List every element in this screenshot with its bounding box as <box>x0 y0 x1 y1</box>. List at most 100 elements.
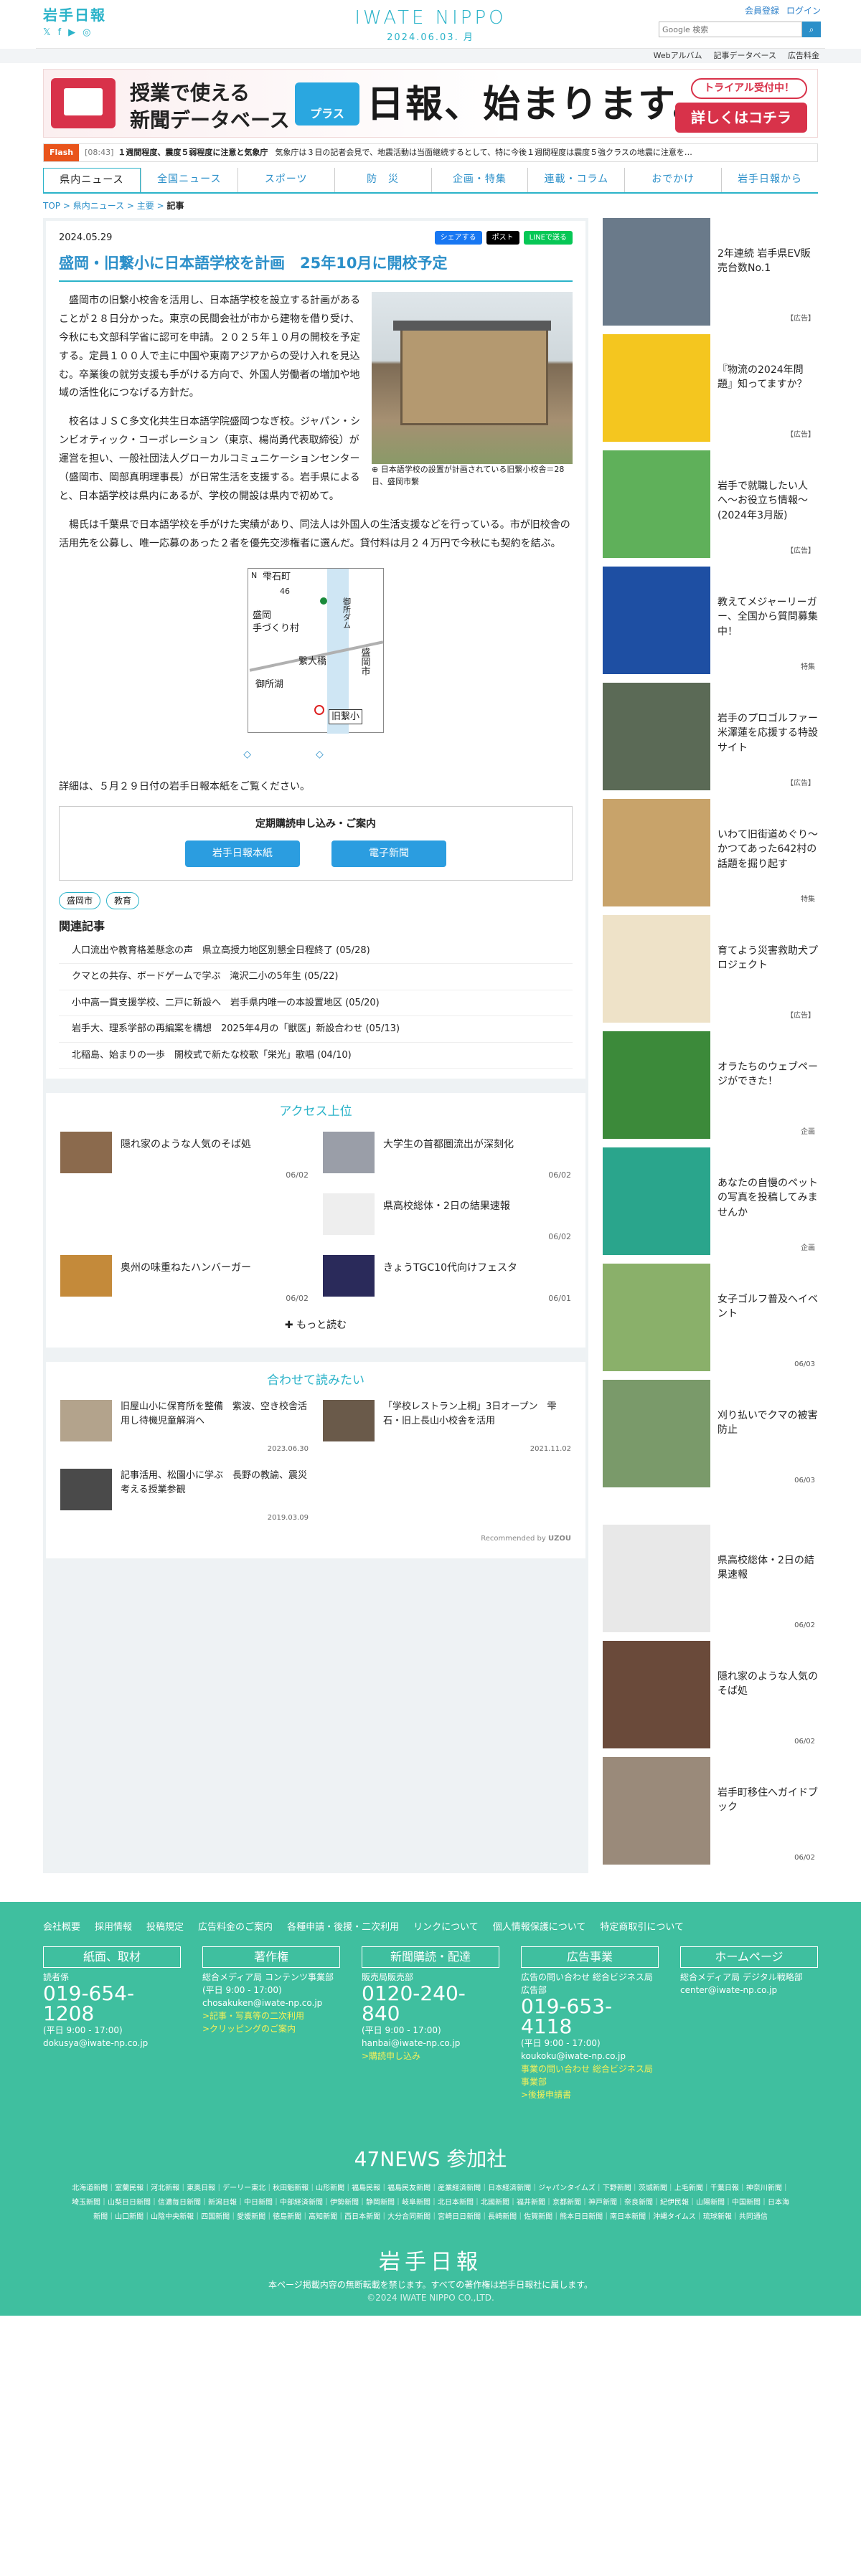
left-column: 2024.05.29 シェアする ポスト LINEで送る 盛岡・旧繋小に日本語学… <box>43 218 588 1873</box>
related-item[interactable]: 岩手大、理系学部の再編案を構想 2025年4月の「獣医」新設合わせ (05/13… <box>59 1016 573 1043</box>
also-read-heading: 合わせて読みたい <box>267 1373 364 1388</box>
article-photo[interactable]: ⊕ 日本語学校の設置が計画されている旧繋小校舎＝28日、盛岡市繋 <box>372 292 573 488</box>
sidebar-item[interactable]: オラたちのウェブページができた！ 企画 <box>603 1031 818 1139</box>
footer-link[interactable]: 各種申請・後援・二次利用 <box>287 1921 399 1935</box>
tag-morioka[interactable]: 盛岡市 <box>59 891 101 909</box>
util-link-ad-rates[interactable]: 広告料金 <box>788 50 819 62</box>
facebook-icon[interactable]: f <box>57 26 61 40</box>
register-link[interactable]: 会員登録 <box>745 4 779 17</box>
line-share-button[interactable]: LINEで送る <box>523 231 573 245</box>
footer-col-link[interactable]: >クリッピングのご案内 <box>202 2022 340 2035</box>
flash-news-ticker[interactable]: Flash [08:43] １週間程度、震度５弱程度に注意と気象庁 気象庁は３日… <box>43 143 818 162</box>
footer-col-email[interactable]: koukoku@iwate-np.co.jp <box>521 2050 659 2063</box>
related-item[interactable]: 人口流出や教育格差懸念の声 県立高授力地区別懇全日程終了 (05/28) <box>59 938 573 965</box>
footer-col-phone[interactable]: 019-653-4118 <box>521 1996 659 2037</box>
location-map[interactable]: N 雫石町 46 盛岡 手づくり村 繋大橋 御所湖 盛岡市 旧繋小 御所ダム <box>248 567 384 734</box>
nav-tab-columns[interactable]: 連載・コラム <box>527 168 624 192</box>
footer-link[interactable]: リンクについて <box>413 1921 479 1935</box>
sidebar-item[interactable]: 育てよう災害救助犬プロジェクト 【広告】 <box>603 915 818 1023</box>
also-read-item[interactable]: 旧屋山小に保育所を整備 紫波、空き校舎活用し待機児童解消へ 2023.06.30 <box>60 1400 309 1457</box>
footer-link[interactable]: 採用情報 <box>95 1921 132 1935</box>
ranking-item[interactable]: 隠れ家のような人気のそば処 06/02 <box>60 1131 309 1182</box>
also-read-item[interactable]: 記事活用、松園小に学ぶ 長野の教諭、震災考える授業参観 2019.03.09 <box>60 1469 309 1526</box>
footer-col-link[interactable]: >記事・写真等の二次利用 <box>202 2009 340 2022</box>
x-icon[interactable]: 𝕏 <box>43 26 50 40</box>
x-post-button[interactable]: ポスト <box>486 231 519 245</box>
related-item[interactable]: クマとの共存、ボードゲームで学ぶ 滝沢二小の5年生 (05/22) <box>59 964 573 990</box>
carousel-dots[interactable]: ◇◇ <box>59 747 573 762</box>
footer-col-link[interactable]: >購読申し込み <box>362 2050 499 2063</box>
footer-col-phone[interactable]: 0120-240-840 <box>362 1983 499 2024</box>
paper-subscribe-button[interactable]: 岩手日報本紙 <box>184 840 300 867</box>
related-item[interactable]: 小中高一貫支援学校、二戸に新設へ 岩手県内唯一の本設置地区 (05/20) <box>59 990 573 1017</box>
flash-headline[interactable]: １週間程度、震度５弱程度に注意と気象庁 <box>118 147 268 159</box>
also-read-item[interactable]: 「学校レストラン上桐」3日オープン 雫石・旧上長山小校舎を活用 2021.11.0… <box>323 1400 571 1457</box>
nav-tab-from-nippo[interactable]: 岩手日報から <box>721 168 818 192</box>
nav-tab-disaster[interactable]: 防 災 <box>334 168 431 192</box>
footer-col-dept: 広告の問い合わせ 総合ビジネス局広告部 <box>521 1971 653 1995</box>
school-building-image[interactable] <box>372 292 573 464</box>
footer-link[interactable]: 特定商取引について <box>600 1921 684 1935</box>
footer-col-email[interactable]: dokusya@iwate-np.co.jp <box>43 2037 181 2050</box>
search-button[interactable]: ⌕ <box>802 22 821 37</box>
nav-tab-national[interactable]: 全国ニュース <box>140 168 237 192</box>
footer-link[interactable]: 投稿規定 <box>146 1921 184 1935</box>
login-link[interactable]: ログイン <box>786 4 821 17</box>
ranking-item[interactable]: 大学生の首都圏流出が深刻化 06/02 <box>323 1131 571 1182</box>
brand-logo[interactable]: IWATE NIPPO 2024.06.03. 月 <box>354 4 506 45</box>
sidebar-item[interactable]: あなたの自慢のペットの写真を投稿してみませんか 企画 <box>603 1147 818 1255</box>
crumb-main[interactable]: 主要 <box>137 201 154 211</box>
nav-tab-sports[interactable]: スポーツ <box>237 168 334 192</box>
ranking-item <box>60 1193 309 1244</box>
sidebar-title: 2年連続 岩手県EV販売台数No.1 <box>718 248 811 275</box>
sidebar-item[interactable]: 教えてメジャーリーガー、全国から質問募集中！ 特集 <box>603 567 818 674</box>
sidebar-item[interactable]: 岩手のプロゴルファー米澤蓮を応援する特設サイト 【広告】 <box>603 683 818 790</box>
sidebar-item[interactable]: 隠れ家のような人気のそば処 06/02 <box>603 1641 818 1748</box>
sidebar-item[interactable]: いわて旧街道めぐり〜かつてあった642村の話題を掘り起す 特集 <box>603 799 818 906</box>
digital-subscribe-button[interactable]: 電子新聞 <box>331 840 447 867</box>
footer-link[interactable]: 広告料金のご案内 <box>198 1921 273 1935</box>
footer-col-phone[interactable]: 019-654-1208 <box>43 1983 181 2024</box>
footer-col-link[interactable]: 事業の問い合わせ 総合ビジネス局事業部 <box>521 2063 659 2088</box>
footer-col-heading: 紙面、取材 <box>43 1946 181 1968</box>
crumb-local[interactable]: 県内ニュース <box>73 201 124 211</box>
sidebar-tag: 06/02 <box>794 1854 815 1862</box>
sidebar-item[interactable]: 県高校総体・2日の結果速報 06/02 <box>603 1525 818 1632</box>
footer-col-email[interactable]: chosakuken@iwate-np.co.jp <box>202 1997 340 2009</box>
sidebar-item[interactable]: 刈り払いでクマの被害防止 06/03 <box>603 1380 818 1487</box>
footer-col-link[interactable]: >後援申請書 <box>521 2088 659 2101</box>
search-input[interactable] <box>659 22 802 37</box>
sidebar-item[interactable]: 女子ゴルフ普及へイベント 06/03 <box>603 1264 818 1371</box>
ranking-thumb <box>60 1254 112 1297</box>
related-item[interactable]: 北稲島、始まりの一歩 開校式で新たな校歌「栄光」歌唱 (04/10) <box>59 1043 573 1069</box>
sidebar-item[interactable]: 岩手で就職したい人へ〜お役立ち情報〜(2024年3月版) 【広告】 <box>603 450 818 558</box>
banner-cta-button[interactable]: 詳しくはコチラ <box>675 103 807 133</box>
sidebar-item[interactable]: 2年連続 岩手県EV販売台数No.1 【広告】 <box>603 218 818 326</box>
ranking-item[interactable]: 県高校総体・2日の結果速報 06/02 <box>323 1193 571 1244</box>
footer-logo[interactable]: 岩手日報 <box>36 2246 825 2278</box>
sidebar-item[interactable]: 『物流の2024年問題』知ってますか？ 【広告】 <box>603 334 818 442</box>
nav-tab-outing[interactable]: おでかけ <box>624 168 721 192</box>
footer-col-email[interactable]: hanbai@iwate-np.co.jp <box>362 2037 499 2050</box>
promo-banner[interactable]: 授業で使える 新聞データベース プラス 日報、始まります。 トライアル受付中！ … <box>43 69 818 138</box>
footer-link[interactable]: 個人情報保護について <box>493 1921 586 1935</box>
youtube-icon[interactable]: ▶ <box>68 26 75 40</box>
tag-education[interactable]: 教育 <box>106 891 140 909</box>
util-link-database[interactable]: 記事データベース <box>714 50 776 62</box>
ranking-date: 06/02 <box>548 1170 571 1180</box>
sidebar-title: 刈り払いでクマの被害防止 <box>718 1410 818 1436</box>
site-logo[interactable]: 岩手日報 <box>43 4 106 26</box>
more-button[interactable]: ✚ もっと読む <box>60 1318 571 1333</box>
ranking-item[interactable]: 奥州の味重ねたハンバーガー 06/02 <box>60 1254 309 1305</box>
footer-col-email[interactable]: center@iwate-np.co.jp <box>680 1984 818 1997</box>
crumb-top[interactable]: TOP <box>43 201 60 211</box>
uzou-logo[interactable]: UZOU <box>548 1535 571 1543</box>
footer-link[interactable]: 会社概要 <box>43 1921 80 1935</box>
facebook-share-button[interactable]: シェアする <box>434 231 482 245</box>
nav-tab-features[interactable]: 企画・特集 <box>430 168 528 192</box>
sidebar-item[interactable]: 岩手町移住へガイドブック 06/02 <box>603 1757 818 1865</box>
util-link-album[interactable]: Webアルバム <box>654 50 702 62</box>
nav-tab-local[interactable]: 県内ニュース <box>43 168 141 192</box>
ranking-item[interactable]: きょうTGC10代向けフェスタ 06/01 <box>323 1254 571 1305</box>
instagram-icon[interactable]: ◎ <box>83 26 90 40</box>
